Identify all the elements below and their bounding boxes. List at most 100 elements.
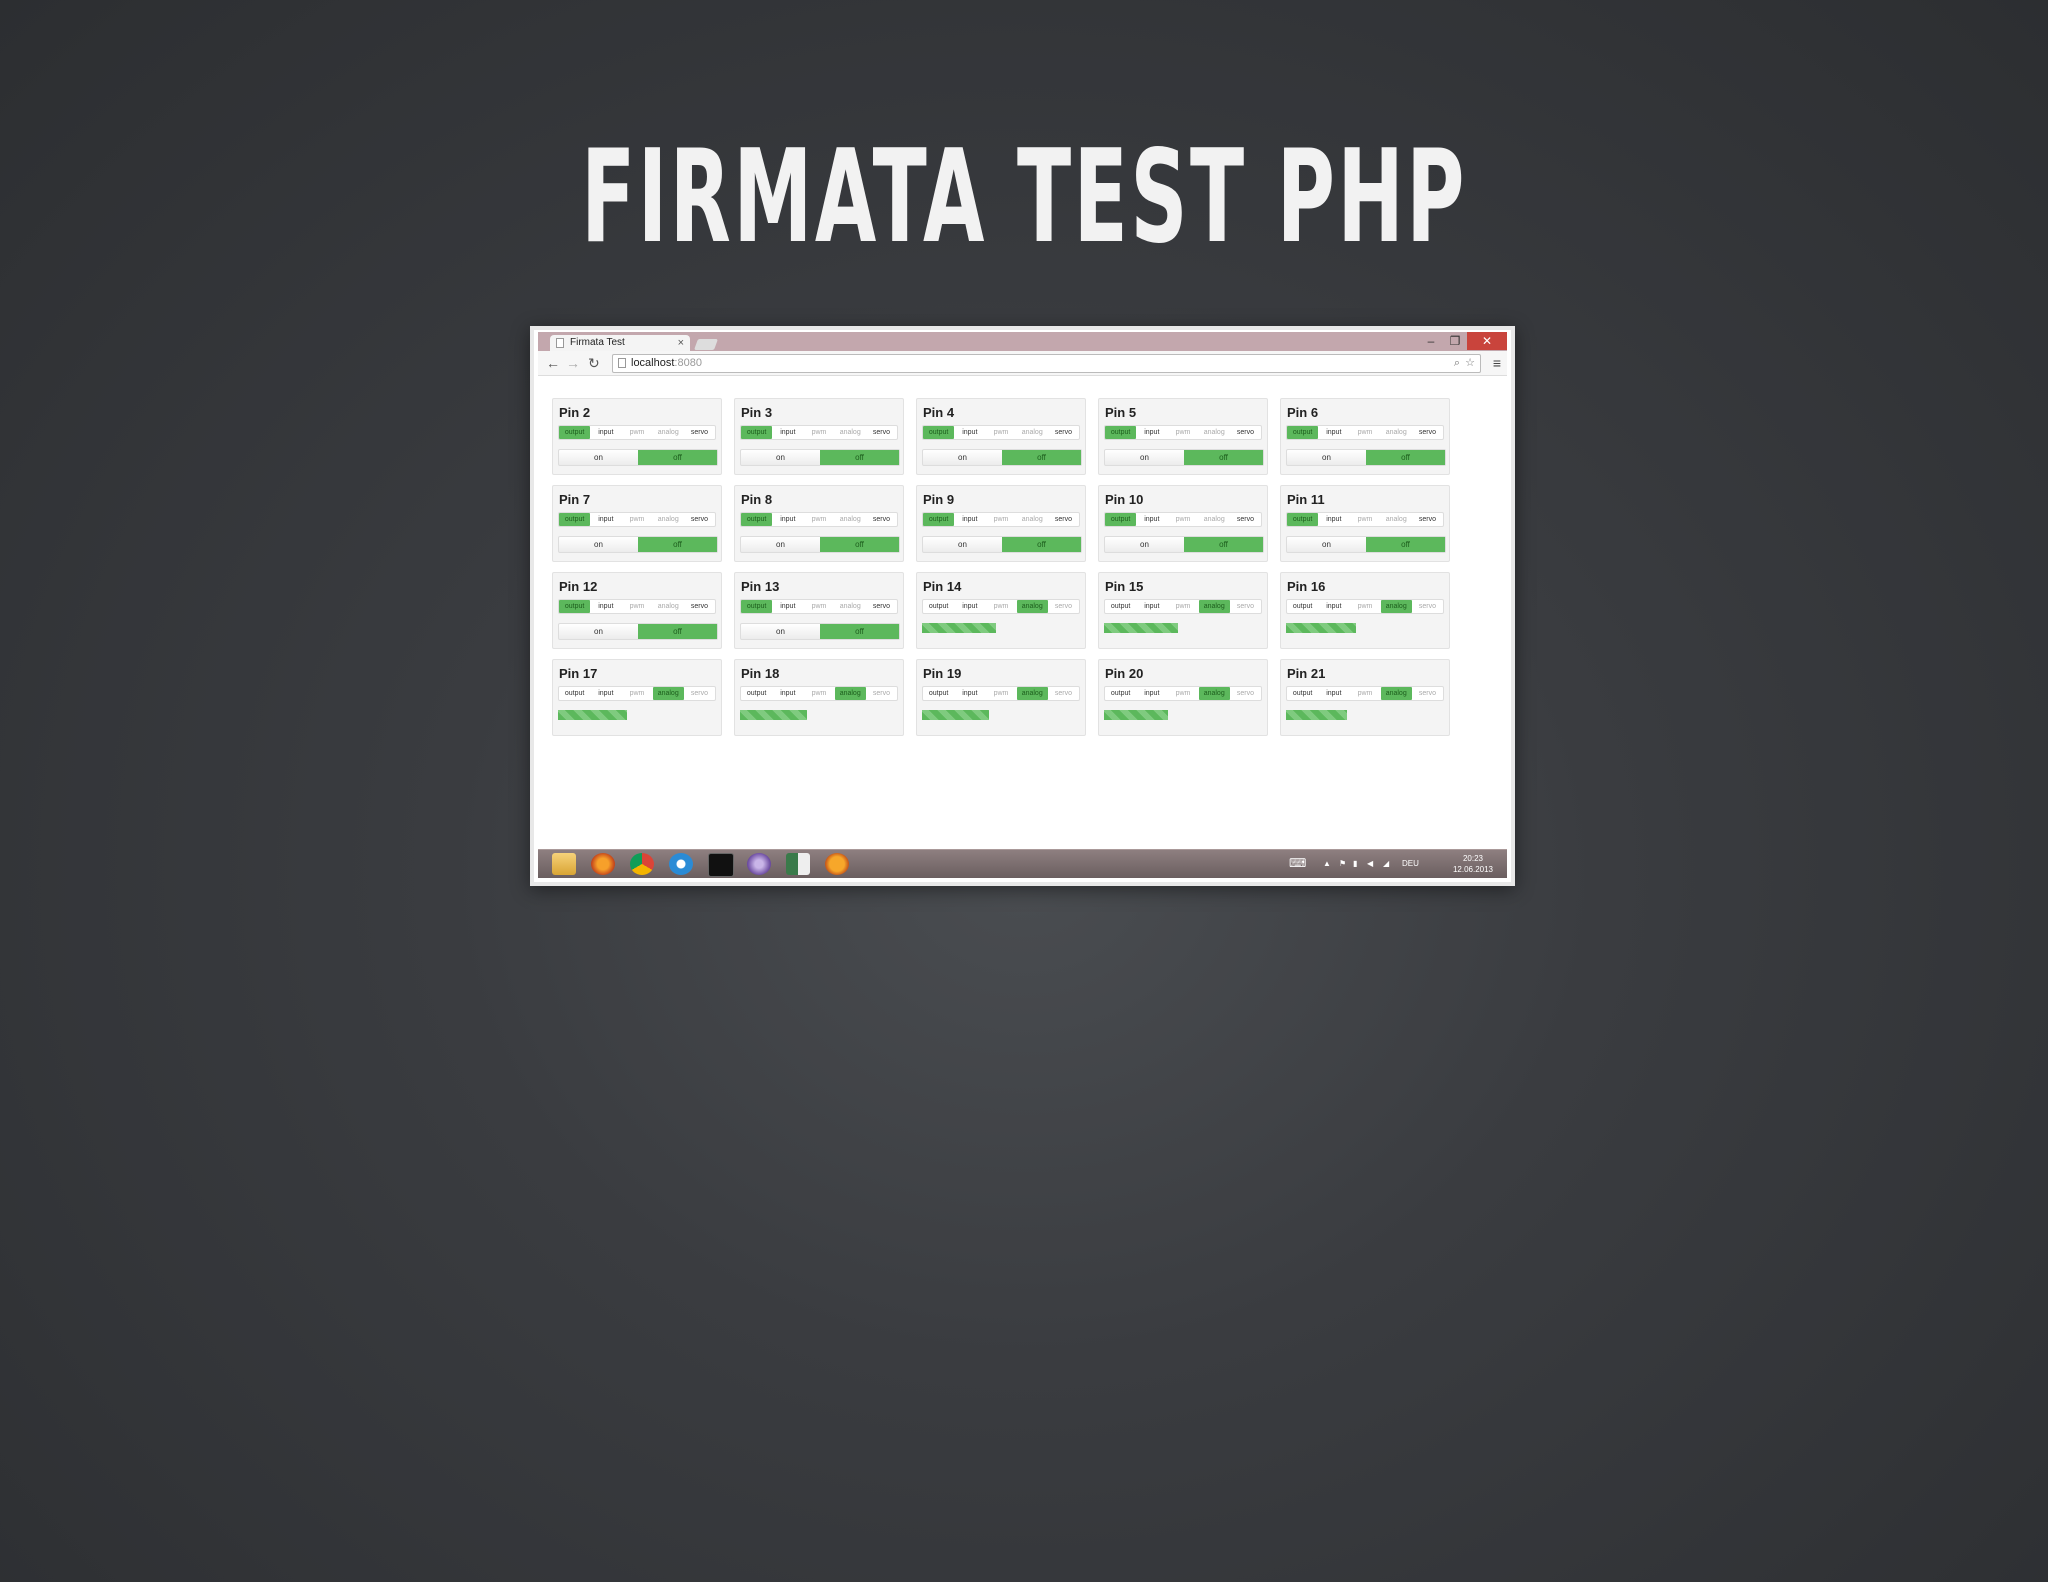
mode-servo-button[interactable]: servo	[1048, 513, 1079, 526]
mode-servo-button[interactable]: servo	[684, 426, 715, 439]
mode-input-button[interactable]: input	[1318, 513, 1349, 526]
mode-output-button[interactable]: output	[559, 600, 591, 613]
mode-pwm-button[interactable]: pwm	[1349, 426, 1380, 439]
mode-pwm-button[interactable]: pwm	[985, 600, 1016, 613]
mode-analog-button[interactable]: analog	[653, 513, 684, 526]
on-button[interactable]: on	[559, 624, 638, 639]
mode-input-button[interactable]: input	[772, 426, 803, 439]
mode-servo-button[interactable]: servo	[1048, 687, 1079, 700]
mode-output-button[interactable]: output	[1287, 513, 1319, 526]
mode-output-button[interactable]: output	[923, 687, 954, 700]
mode-analog-button[interactable]: analog	[1016, 687, 1048, 700]
close-button[interactable]: ✕	[1467, 332, 1507, 350]
mode-pwm-button[interactable]: pwm	[803, 687, 834, 700]
mode-input-button[interactable]: input	[954, 426, 985, 439]
mode-output-button[interactable]: output	[923, 426, 955, 439]
language-indicator[interactable]: DEU	[1402, 859, 1419, 868]
mode-analog-button[interactable]: analog	[653, 600, 684, 613]
mode-analog-button[interactable]: analog	[1017, 513, 1048, 526]
mode-analog-button[interactable]: analog	[1380, 687, 1412, 700]
off-button[interactable]: off	[1184, 537, 1263, 552]
tab-close-icon[interactable]: ×	[678, 335, 684, 351]
mode-input-button[interactable]: input	[772, 600, 803, 613]
mode-pwm-button[interactable]: pwm	[1167, 687, 1198, 700]
mode-output-button[interactable]: output	[741, 426, 773, 439]
on-button[interactable]: on	[741, 537, 820, 552]
mode-pwm-button[interactable]: pwm	[803, 600, 834, 613]
restore-button[interactable]: ❐	[1443, 332, 1467, 350]
firefox-icon[interactable]	[591, 853, 615, 875]
mode-output-button[interactable]: output	[1105, 513, 1137, 526]
mode-analog-button[interactable]: analog	[835, 426, 866, 439]
off-button[interactable]: off	[638, 537, 717, 552]
mode-servo-button[interactable]: servo	[1412, 426, 1443, 439]
off-button[interactable]: off	[638, 624, 717, 639]
mode-analog-button[interactable]: analog	[1199, 426, 1230, 439]
on-button[interactable]: on	[923, 537, 1002, 552]
new-tab-button[interactable]	[693, 339, 719, 350]
mode-pwm-button[interactable]: pwm	[1349, 687, 1380, 700]
forward-icon[interactable]: →	[566, 354, 580, 372]
mode-input-button[interactable]: input	[1136, 513, 1167, 526]
flag-icon[interactable]: ⚑	[1339, 859, 1346, 868]
mode-output-button[interactable]: output	[741, 513, 773, 526]
power-icon[interactable]: ▮	[1353, 859, 1357, 868]
mode-analog-button[interactable]: analog	[1381, 426, 1412, 439]
on-button[interactable]: on	[741, 450, 820, 465]
mode-output-button[interactable]: output	[1105, 687, 1136, 700]
mode-servo-button[interactable]: servo	[684, 600, 715, 613]
mode-analog-button[interactable]: analog	[1198, 687, 1230, 700]
off-button[interactable]: off	[638, 450, 717, 465]
mode-analog-button[interactable]: analog	[835, 600, 866, 613]
mode-pwm-button[interactable]: pwm	[985, 426, 1016, 439]
mode-pwm-button[interactable]: pwm	[621, 426, 652, 439]
mode-servo-button[interactable]: servo	[1230, 426, 1261, 439]
file-explorer-icon[interactable]	[552, 853, 576, 875]
app-icon[interactable]	[747, 853, 771, 875]
mode-analog-button[interactable]: analog	[1381, 513, 1412, 526]
mode-input-button[interactable]: input	[954, 687, 985, 700]
mode-input-button[interactable]: input	[590, 687, 621, 700]
mode-input-button[interactable]: input	[1318, 426, 1349, 439]
mode-output-button[interactable]: output	[923, 513, 955, 526]
on-button[interactable]: on	[923, 450, 1002, 465]
mode-input-button[interactable]: input	[954, 513, 985, 526]
mode-input-button[interactable]: input	[590, 513, 621, 526]
mode-pwm-button[interactable]: pwm	[621, 513, 652, 526]
clock[interactable]: 20:23 12.06.2013	[1453, 853, 1493, 875]
mode-input-button[interactable]: input	[590, 426, 621, 439]
mode-servo-button[interactable]: servo	[1412, 600, 1443, 613]
mode-input-button[interactable]: input	[1136, 600, 1167, 613]
mode-analog-button[interactable]: analog	[835, 513, 866, 526]
mode-servo-button[interactable]: servo	[866, 687, 897, 700]
mode-output-button[interactable]: output	[741, 687, 772, 700]
mode-servo-button[interactable]: servo	[866, 600, 897, 613]
mode-input-button[interactable]: input	[1318, 687, 1349, 700]
window-icon[interactable]	[786, 853, 810, 875]
internet-explorer-icon[interactable]	[669, 853, 693, 875]
on-button[interactable]: on	[1105, 450, 1184, 465]
mode-servo-button[interactable]: servo	[1230, 600, 1261, 613]
off-button[interactable]: off	[820, 624, 899, 639]
terminal-icon[interactable]	[708, 853, 734, 877]
off-button[interactable]: off	[1366, 537, 1445, 552]
mode-servo-button[interactable]: servo	[1048, 600, 1079, 613]
on-button[interactable]: on	[1105, 537, 1184, 552]
mode-pwm-button[interactable]: pwm	[1349, 513, 1380, 526]
mode-pwm-button[interactable]: pwm	[803, 426, 834, 439]
network-icon[interactable]: ◢	[1383, 859, 1389, 868]
mode-pwm-button[interactable]: pwm	[1167, 513, 1198, 526]
mode-input-button[interactable]: input	[590, 600, 621, 613]
keyboard-icon[interactable]: ⌨	[1289, 856, 1306, 870]
volume-icon[interactable]: ◀	[1367, 859, 1373, 868]
url-text[interactable]: localhost:8080	[631, 355, 702, 372]
on-button[interactable]: on	[1287, 450, 1366, 465]
on-button[interactable]: on	[559, 537, 638, 552]
chevron-up-icon[interactable]: ▲	[1323, 859, 1331, 868]
mode-input-button[interactable]: input	[954, 600, 985, 613]
on-button[interactable]: on	[559, 450, 638, 465]
mode-output-button[interactable]: output	[1287, 426, 1319, 439]
mode-servo-button[interactable]: servo	[1412, 687, 1443, 700]
mode-pwm-button[interactable]: pwm	[1167, 600, 1198, 613]
back-icon[interactable]: ←	[546, 354, 560, 372]
